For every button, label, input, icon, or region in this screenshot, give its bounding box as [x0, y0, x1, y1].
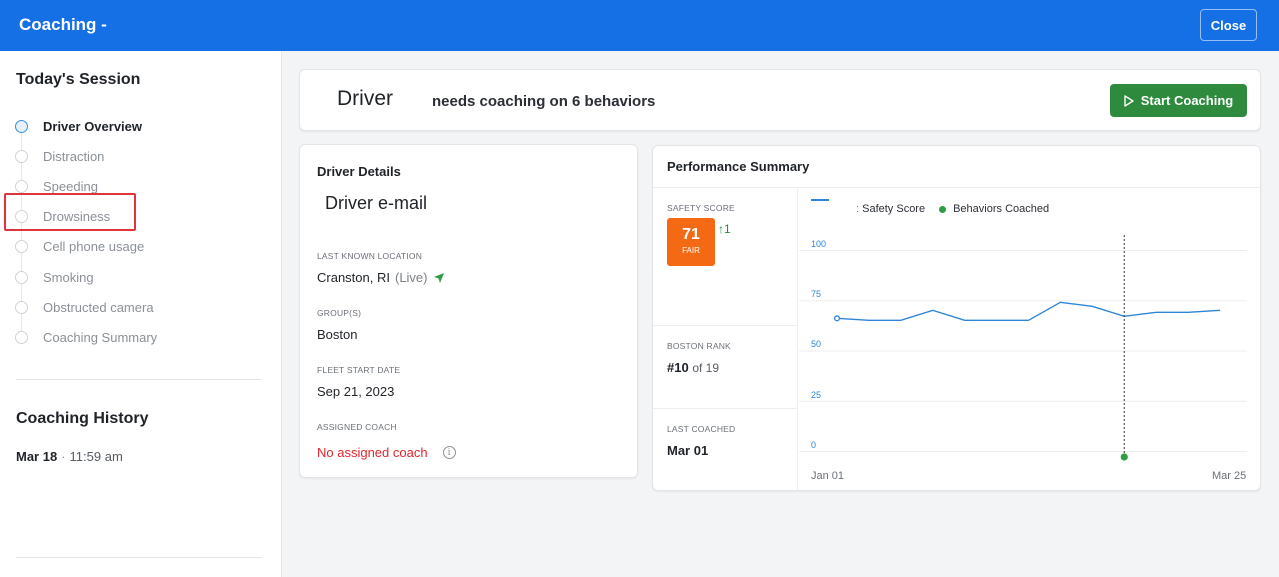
safety-score-badge: 71 FAIR: [667, 218, 715, 266]
step-indicator-icon: [15, 119, 28, 133]
live-indicator: (Live): [394, 270, 428, 285]
step-coaching-summary[interactable]: Coaching Summary: [15, 322, 265, 352]
rank-label: BOSTON RANK: [667, 341, 731, 351]
play-icon: [1124, 94, 1134, 107]
step-label: Obstructed camera: [43, 299, 154, 315]
step-obstructed-camera[interactable]: Obstructed camera: [15, 292, 265, 322]
info-icon[interactable]: i: [442, 446, 456, 459]
groups-label: GROUP(S): [317, 308, 362, 318]
performance-heading: Performance Summary: [667, 159, 810, 174]
step-distraction[interactable]: Distraction: [15, 141, 265, 171]
location-label: LAST KNOWN LOCATION: [317, 251, 423, 261]
step-indicator-icon: [15, 149, 28, 163]
location-text: Cranston, RI: [317, 270, 390, 285]
step-indicator-icon: [15, 240, 28, 254]
safety-score-line: [836, 301, 1221, 322]
coaching-banner: Driver needs coaching on 6 behaviors Sta…: [299, 69, 1261, 131]
history-item[interactable]: Mar 18 · 11:59 am: [16, 449, 123, 464]
step-label: Cell phone usage: [43, 239, 145, 255]
history-heading: Coaching History: [16, 410, 149, 427]
location-value: Cranston, RI (Live): [317, 270, 445, 285]
no-coach-text: No assigned coach: [317, 445, 428, 460]
assigned-coach-value: No assigned coach i: [317, 445, 456, 460]
rank-number: #10: [667, 360, 689, 375]
close-button[interactable]: Close: [1200, 9, 1257, 41]
sidebar-divider: [16, 379, 262, 380]
driver-details-heading: Driver Details: [317, 164, 401, 179]
step-indicator-icon: [15, 179, 28, 193]
safety-score-point[interactable]: [833, 315, 841, 322]
safety-score-label: SAFETY SCORE: [667, 203, 735, 213]
fleet-start-label: FLEET START DATE: [317, 365, 401, 375]
step-indicator-icon: [15, 300, 28, 314]
groups-value: Boston: [317, 327, 358, 342]
stats-divider: [653, 325, 798, 326]
last-coached-value: Mar 01: [667, 443, 709, 458]
coaching-needs-text: needs coaching on 6 behaviors: [432, 93, 656, 110]
step-driver-overview[interactable]: Driver Overview: [15, 111, 265, 141]
step-label: Smoking: [43, 269, 94, 285]
step-cell-phone-usage[interactable]: Cell phone usage: [15, 232, 265, 262]
history-separator: ·: [61, 449, 66, 464]
fleet-start-value: Sep 21, 2023: [317, 384, 395, 399]
sidebar: Today's Session Driver Overview Distract…: [0, 51, 282, 577]
history-time: 11:59 am: [69, 449, 123, 464]
score-delta: ↑1: [718, 222, 731, 236]
driver-details-card: Driver Details Driver e-mail LAST KNOWN …: [299, 144, 638, 478]
start-coaching-label: Start Coaching: [1140, 93, 1234, 108]
step-label: Speeding: [43, 178, 98, 194]
location-arrow-icon[interactable]: [433, 272, 445, 284]
session-steps: Driver Overview Distraction Speeding Dro…: [15, 111, 265, 353]
behavior-coached-point[interactable]: [1120, 453, 1128, 461]
session-heading: Today's Session: [16, 71, 141, 88]
driver-name: Driver: [337, 87, 393, 110]
stats-divider: [653, 408, 798, 409]
step-label: Distraction: [43, 148, 105, 164]
safety-score-value: 71: [682, 226, 700, 243]
driver-email: Driver e-mail: [325, 193, 428, 213]
x-tick-label: Mar 25: [1212, 470, 1247, 482]
rank-total: of 19: [692, 361, 720, 375]
step-smoking[interactable]: Smoking: [15, 262, 265, 292]
safety-score-grade: FAIR: [682, 246, 700, 255]
step-indicator-icon: [15, 270, 28, 284]
app-header: Coaching - Close: [0, 0, 1279, 51]
step-indicator-icon: [15, 330, 28, 344]
assigned-coach-label: ASSIGNED COACH: [317, 422, 397, 432]
safety-score-chart[interactable]: [799, 189, 1249, 469]
rank-value: #10 of 19: [667, 360, 719, 375]
start-coaching-button[interactable]: Start Coaching: [1110, 84, 1247, 117]
page-title: Coaching -: [19, 15, 107, 34]
history-date: Mar 18: [16, 449, 58, 464]
step-label: Coaching Summary: [43, 329, 158, 345]
last-coached-label: LAST COACHED: [667, 424, 736, 434]
step-label: Driver Overview: [43, 118, 143, 134]
sidebar-divider: [16, 557, 262, 558]
x-tick-label: Jan 01: [811, 470, 845, 482]
